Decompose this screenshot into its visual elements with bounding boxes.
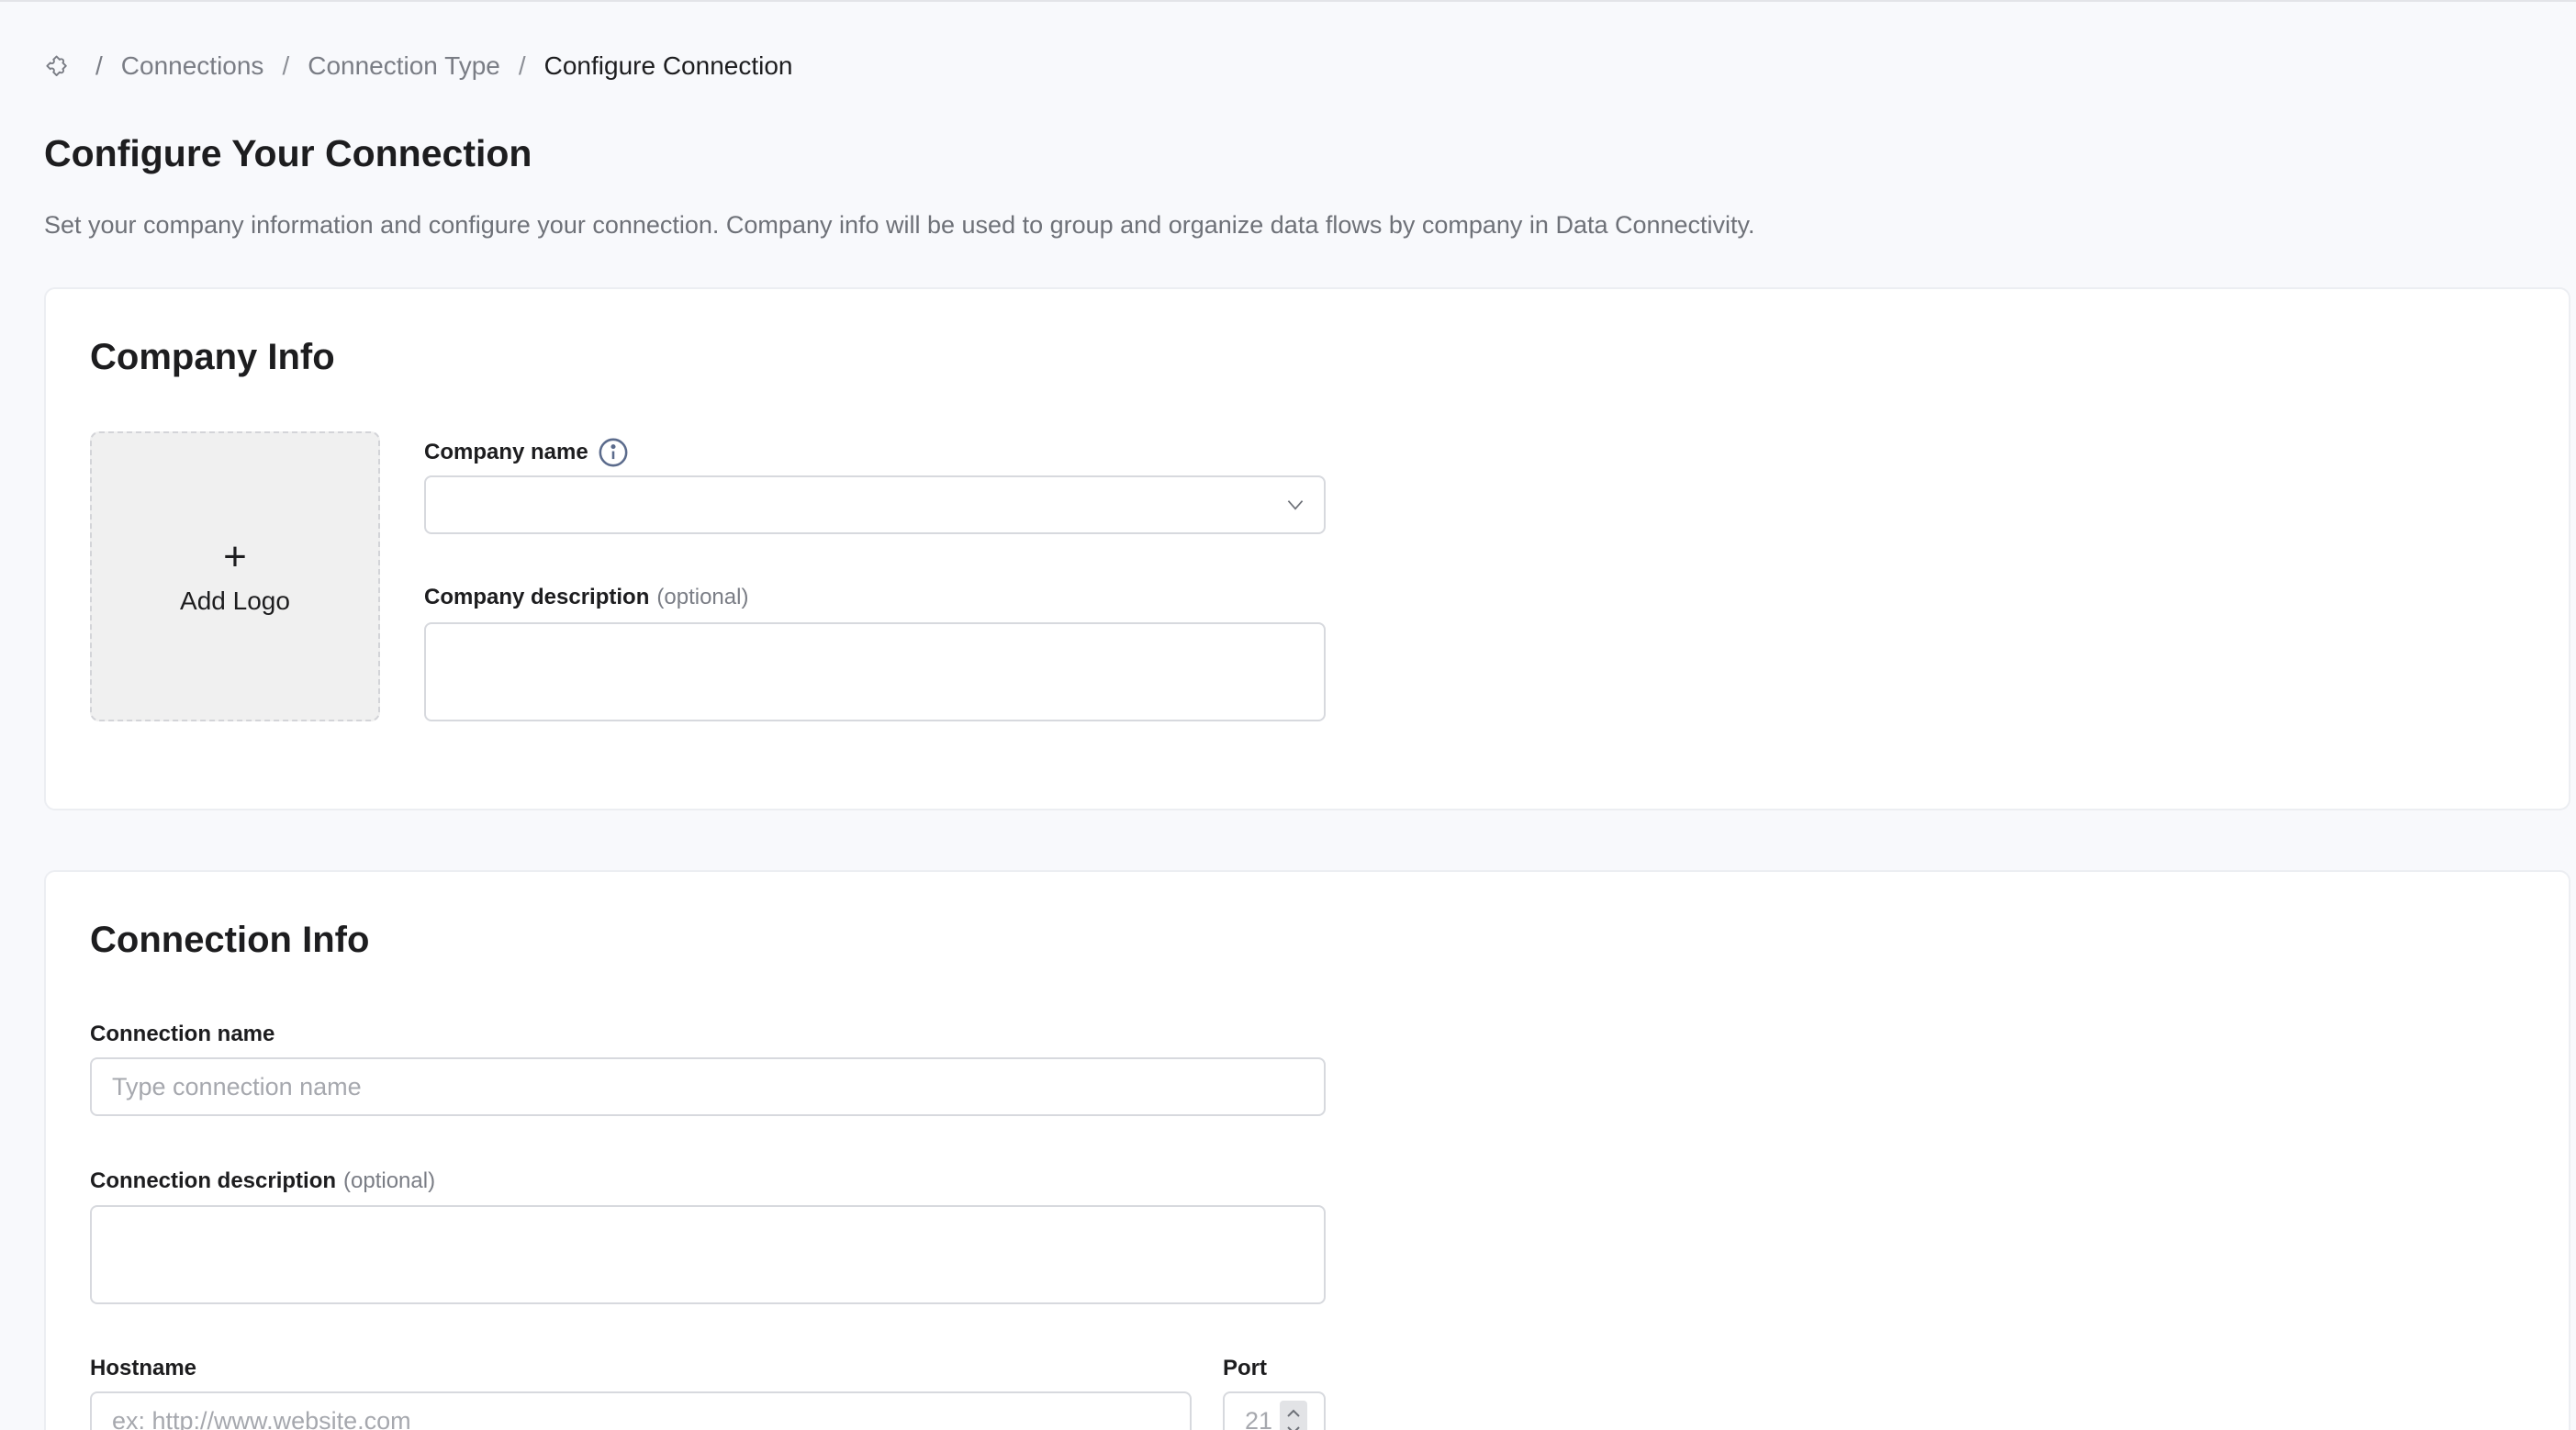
connection-info-title: Connection Info xyxy=(90,920,370,960)
company-name-label: Company name xyxy=(424,437,629,468)
company-description-field[interactable] xyxy=(424,622,1326,721)
add-logo-button[interactable]: + Add Logo xyxy=(90,431,380,721)
breadcrumb-connections-link[interactable]: Connections xyxy=(121,51,264,81)
breadcrumb: / Connections / Connection Type / Config… xyxy=(44,44,792,88)
top-divider xyxy=(0,0,2576,2)
stepper-arrows-icon[interactable] xyxy=(1280,1401,1307,1430)
connection-info-card: Connection Info Connection name Connecti… xyxy=(44,870,2570,1430)
puzzle-icon[interactable] xyxy=(44,50,75,82)
plus-icon: + xyxy=(223,534,247,579)
breadcrumb-current: Configure Connection xyxy=(543,51,793,80)
page-title: Configure Your Connection xyxy=(44,132,532,174)
company-info-title: Company Info xyxy=(90,337,335,377)
port-stepper[interactable] xyxy=(1223,1391,1326,1430)
breadcrumb-separator: / xyxy=(95,51,103,80)
chevron-down-icon xyxy=(1287,500,1304,510)
breadcrumb-separator: / xyxy=(282,51,290,80)
company-name-label-text: Company name xyxy=(424,440,588,464)
hostname-label: Hostname xyxy=(90,1356,196,1381)
port-label-text: Port xyxy=(1223,1356,1267,1380)
breadcrumb-connection-type-link[interactable]: Connection Type xyxy=(308,51,500,81)
breadcrumb-separator: / xyxy=(518,51,526,80)
hostname-field[interactable] xyxy=(90,1391,1192,1430)
page-description: Set your company information and configu… xyxy=(44,211,1755,239)
info-circle-icon[interactable] xyxy=(598,437,629,468)
add-logo-label: Add Logo xyxy=(180,587,290,615)
optional-tag: (optional) xyxy=(343,1168,436,1193)
port-label: Port xyxy=(1223,1356,1267,1381)
connection-description-field[interactable] xyxy=(90,1205,1326,1304)
connection-name-field[interactable] xyxy=(90,1057,1326,1116)
port-field[interactable] xyxy=(1223,1391,1326,1430)
connection-description-label-text: Connection description xyxy=(90,1168,337,1193)
connection-description-label: Connection description (optional) xyxy=(90,1168,435,1194)
company-info-card: Company Info + Add Logo Company name Com… xyxy=(44,287,2570,810)
optional-tag: (optional) xyxy=(656,585,749,609)
company-name-select[interactable] xyxy=(424,475,1326,534)
company-description-label: Company description (optional) xyxy=(424,585,748,610)
company-description-label-text: Company description xyxy=(424,585,650,609)
hostname-label-text: Hostname xyxy=(90,1356,197,1380)
connection-name-label-text: Connection name xyxy=(90,1022,275,1046)
connection-name-label: Connection name xyxy=(90,1022,274,1047)
